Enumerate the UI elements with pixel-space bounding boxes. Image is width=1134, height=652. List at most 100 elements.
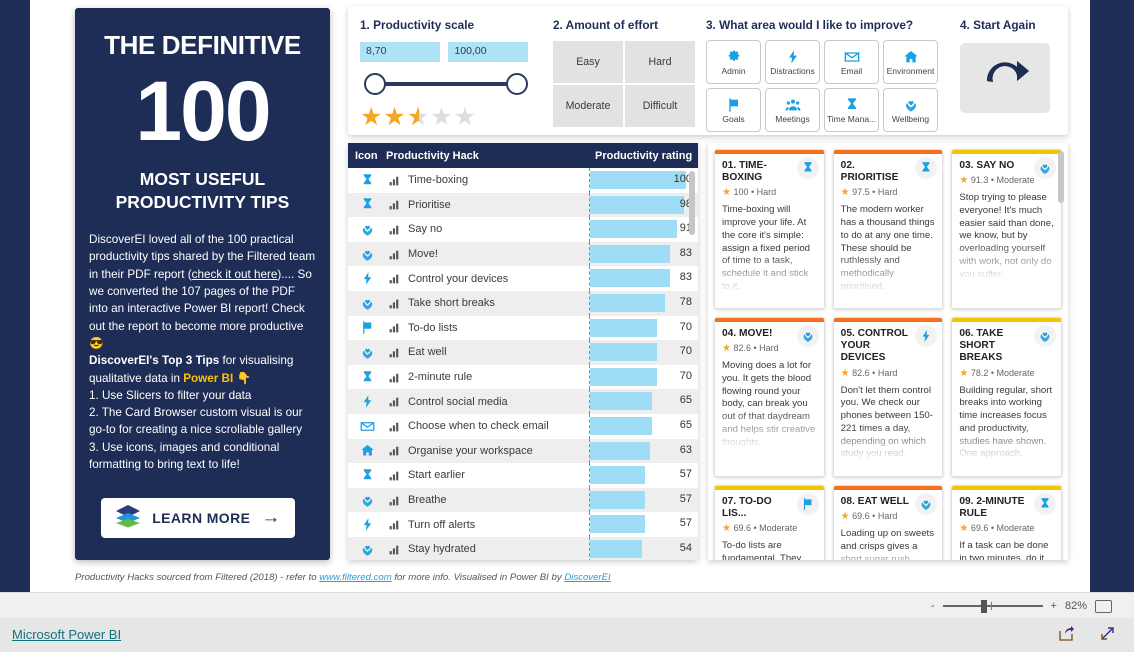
bar-chart-icon [388, 297, 401, 310]
card-effort: Hard [877, 187, 898, 198]
table-row[interactable]: Move! 83 [348, 241, 698, 267]
table-cell-hack: Time-boxing [386, 174, 590, 187]
bar-chart-icon [388, 395, 401, 408]
rating-value: 78 [679, 295, 692, 308]
area-option-environment[interactable]: Environment [883, 40, 938, 84]
effort-options: Easy Hard Moderate Difficult [553, 41, 695, 127]
card-meta: ★ 100 • Hard [722, 187, 777, 199]
range-slider[interactable] [360, 71, 528, 97]
card-meta: ★ 82.6 • Hard [840, 367, 898, 379]
effort-option-moderate[interactable]: Moderate [553, 85, 623, 127]
rating-bar [590, 195, 684, 214]
tip-card[interactable]: 01. TIME-BOXING ★ 100 • Hard Time-boxing w… [714, 149, 825, 309]
table-row[interactable]: 2-minute rule 70 [348, 364, 698, 390]
fit-to-page-icon[interactable] [1095, 599, 1112, 613]
arrow-right-icon: → [261, 507, 281, 528]
flag-icon [726, 96, 742, 113]
flag-icon [796, 493, 819, 515]
start-again-button[interactable] [960, 43, 1050, 113]
source-text-1: Productivity Hacks sourced from Filtered… [75, 572, 320, 583]
table-row[interactable]: Start earlier 57 [348, 463, 698, 488]
check-it-out-link[interactable]: check it out here [192, 268, 278, 281]
hack-label: Organise your workspace [408, 444, 533, 457]
discoverei-link[interactable]: DiscoverEI [564, 572, 610, 583]
table-row[interactable]: Prioritise 98 [348, 192, 698, 218]
effort-option-difficult[interactable]: Difficult [625, 85, 695, 127]
table-row[interactable]: Time-boxing 100 [348, 168, 698, 193]
lightning-icon [348, 394, 386, 409]
area-option-label: Admin [721, 66, 746, 76]
hourglass-icon [348, 197, 386, 212]
rating-bar [590, 220, 677, 239]
area-option-wellbeing[interactable]: Wellbeing [883, 88, 938, 132]
discoverei-logo-icon [115, 504, 141, 533]
zoom-slider[interactable] [942, 600, 1043, 613]
bar-chart-icon [388, 223, 401, 236]
table-body[interactable]: Time-boxing 100 Prioritise 98 Say no 91 Move! 8… [348, 168, 698, 560]
card-effort: Hard [877, 511, 898, 522]
microsoft-power-bi-link[interactable]: Microsoft Power BI [12, 627, 121, 642]
table-scrollbar[interactable] [689, 171, 695, 235]
table-row[interactable]: Stay hydrated 54 [348, 536, 698, 560]
report-canvas: THE DEFINITIVE 100 MOST USEFUL PRODUCTIV… [30, 0, 1090, 596]
table-row[interactable]: Control your devices 83 [348, 266, 698, 291]
effort-slicer: 2. Amount of effort Easy Hard Moderate D… [553, 18, 695, 127]
effort-option-easy[interactable]: Easy [553, 41, 623, 83]
table-row[interactable]: To-do lists 70 [348, 315, 698, 341]
star-icon: ★ [840, 511, 850, 523]
fullscreen-icon[interactable] [1099, 625, 1116, 647]
slider-handle-min[interactable] [364, 73, 386, 95]
bar-chart-icon [388, 321, 401, 334]
table-row[interactable]: Say no 91 [348, 217, 698, 242]
slider-handle-max[interactable] [506, 73, 528, 95]
area-option-email[interactable]: Email [824, 40, 879, 84]
table-row[interactable]: Take short breaks 78 [348, 290, 698, 316]
table-row[interactable]: Eat well 70 [348, 340, 698, 365]
card-gallery[interactable]: 01. TIME-BOXING ★ 100 • Hard Time-boxing w… [708, 143, 1068, 560]
range-min-input[interactable]: 8,70 [360, 42, 440, 62]
zoom-out-button[interactable]: - [931, 600, 935, 612]
learn-more-button[interactable]: LEARN MORE → [101, 498, 295, 538]
area-option-goals[interactable]: Goals [706, 88, 761, 132]
table-row[interactable]: Turn off alerts 57 [348, 512, 698, 537]
area-option-meetings[interactable]: Meetings [765, 88, 820, 132]
gallery-grid: 01. TIME-BOXING ★ 100 • Hard Time-boxing w… [714, 149, 1062, 560]
filtered-link[interactable]: www.filtered.com [319, 572, 392, 583]
bar-chart-icon [388, 248, 401, 261]
area-option-time-mana[interactable]: Time Mana... [824, 88, 879, 132]
bottom-bar-actions [1058, 625, 1116, 647]
table-cell-hack: Choose when to check email [386, 420, 590, 433]
table-row[interactable]: Breathe 57 [348, 487, 698, 513]
hourglass-icon [796, 157, 819, 179]
slicer-bar: 1. Productivity scale 8,70 100,00 ★★★★★★… [348, 6, 1068, 135]
table-row[interactable]: Choose when to check email 65 [348, 413, 698, 439]
down-arrow-icon: 👇 [236, 371, 252, 385]
effort-option-hard[interactable]: Hard [625, 41, 695, 83]
gear-icon [726, 48, 742, 65]
table-cell-rating: 83 [589, 241, 698, 267]
tip-card[interactable]: 05. CONTROL YOUR DEVICES ★ 82.6 • Hard Don… [832, 317, 944, 477]
share-icon[interactable] [1058, 625, 1075, 647]
hack-label: Control your devices [408, 272, 509, 285]
table-row[interactable]: Organise your workspace 63 [348, 438, 698, 464]
rating-value: 57 [679, 468, 692, 481]
range-max-input[interactable]: 100,00 [448, 42, 529, 62]
table-cell-hack: Start earlier [386, 469, 590, 482]
tip-card[interactable]: 03. SAY NO ★ 91.3 • Moderate Stop trying t… [951, 149, 1062, 309]
gallery-scrollbar[interactable] [1058, 151, 1064, 203]
hourglass-icon [348, 370, 386, 385]
tip-card[interactable]: 04. MOVE! ★ 82.6 • Hard Moving does a lot … [714, 317, 825, 477]
zoom-in-button[interactable]: + [1051, 600, 1057, 612]
tip-card[interactable]: 02. PRIORITISE ★ 97.5 • Hard The modern wo… [832, 149, 944, 309]
tip-card[interactable]: 09. 2-MINUTE RULE ★ 69.6 • Moderate If a t… [951, 485, 1062, 560]
area-option-admin[interactable]: Admin [706, 40, 761, 84]
table-row[interactable]: Control social media 65 [348, 389, 698, 414]
tip-card[interactable]: 06. TAKE SHORT BREAKS ★ 78.2 • Moderate Bu… [951, 317, 1062, 477]
card-body: Don't let them control you. We check our… [840, 384, 933, 460]
area-option-distractions[interactable]: Distractions [765, 40, 820, 84]
hands-heart-icon [348, 542, 386, 557]
tip-card[interactable]: 07. TO-DO LIS... ★ 69.6 • Moderate To-do l… [714, 485, 825, 560]
tip-card[interactable]: 08. EAT WELL ★ 69.6 • Hard Loading up on s… [832, 485, 944, 560]
zoom-slider-handle[interactable] [980, 600, 987, 613]
tip-1: 1. Use Slicers to filter your data [89, 388, 252, 402]
